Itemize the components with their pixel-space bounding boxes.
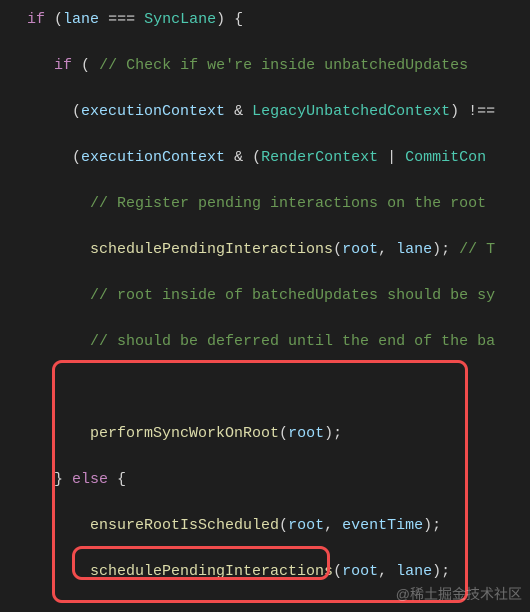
fn-schedulePendingInteractions: schedulePendingInteractions: [90, 241, 333, 258]
code-line: ensureRootIsScheduled(root, eventTime);: [0, 514, 530, 537]
code-line: schedulePendingInteractions(root, lane);…: [0, 238, 530, 261]
code-line: (executionContext & LegacyUnbatchedConte…: [0, 100, 530, 123]
code-line: performSyncWorkOnRoot(root);: [0, 422, 530, 445]
code-line: if (lane === SyncLane) {: [0, 8, 530, 31]
code-line: // Register pending interactions on the …: [0, 192, 530, 215]
fn-schedulePendingInteractions: schedulePendingInteractions: [90, 563, 333, 580]
comment: // root inside of batchedUpdates should …: [90, 287, 495, 304]
comment: // Check if we're inside unbatchedUpdate…: [99, 57, 468, 74]
code-line: // should be deferred until the end of t…: [0, 330, 530, 353]
fn-performSyncWorkOnRoot: performSyncWorkOnRoot: [90, 425, 279, 442]
code-line: // root inside of batchedUpdates should …: [0, 284, 530, 307]
keyword-else: else: [72, 471, 108, 488]
keyword-if: if: [54, 57, 72, 74]
code-line: (executionContext & (RenderContext | Com…: [0, 146, 530, 169]
code-block: if (lane === SyncLane) { if ( // Check i…: [0, 0, 530, 612]
code-line: schedulePendingInteractions(root, lane);: [0, 560, 530, 583]
code-line: } else {: [0, 468, 530, 491]
comment: // should be deferred until the end of t…: [90, 333, 495, 350]
fn-ensureRootIsScheduled: ensureRootIsScheduled: [90, 517, 279, 534]
code-line: if ( // Check if we're inside unbatchedU…: [0, 54, 530, 77]
keyword-if: if: [27, 11, 45, 28]
blank-line: [0, 606, 530, 612]
comment: // Register pending interactions on the …: [90, 195, 495, 212]
blank-line: [0, 376, 530, 399]
